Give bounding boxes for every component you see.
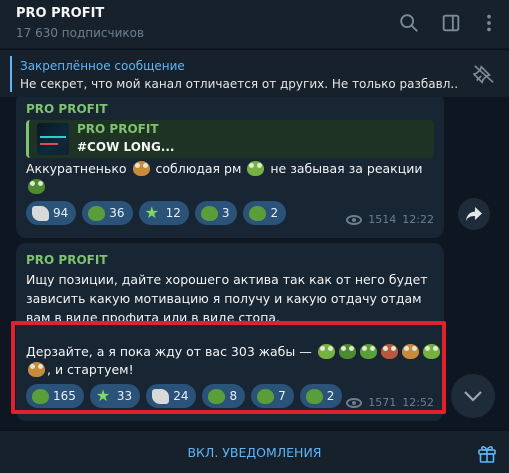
message-text-line: , и стартуем! — [26, 361, 134, 379]
message-text-line: зависить какую мотивацию я получу и каку… — [26, 291, 422, 306]
message-time: 12:22 — [402, 213, 434, 226]
message-time: 12:52 — [402, 396, 434, 409]
message-text-line: Дерзайте, а я пока жду от вас 303 жабы — — [26, 343, 442, 361]
frog-icon — [200, 205, 218, 221]
frog-icon — [32, 388, 49, 404]
message-text-part: Дерзайте, а я пока жду от вас 303 жабы — — [26, 344, 312, 359]
views-icon — [346, 214, 363, 225]
reaction-chip[interactable]: 7 — [251, 384, 294, 408]
forward-button[interactable] — [458, 198, 490, 230]
reaction-count: 165 — [53, 389, 76, 403]
frog-icon — [249, 205, 267, 221]
burger-emoji-icon — [28, 362, 45, 377]
chat-header: PRO PROFIT 17 630 подписчиков — [0, 0, 509, 48]
forward-icon — [466, 207, 482, 221]
message-text-part: , и стартуем! — [47, 362, 134, 377]
enable-notifications-button[interactable]: ВКЛ. УВЕДОМЛЕНИЯ — [0, 431, 509, 473]
plane-emoji-icon — [401, 344, 419, 359]
reaction-count: 94 — [53, 206, 69, 220]
more-icon[interactable] — [478, 12, 500, 34]
frog-icon — [257, 388, 275, 404]
search-icon[interactable] — [398, 12, 420, 34]
reaction-count: 12 — [165, 206, 181, 220]
pinned-label: Закреплённое сообщение — [20, 59, 185, 73]
pinned-indicator — [10, 56, 12, 92]
reaction-chip[interactable]: 2 — [243, 201, 287, 225]
footer-bar: ВКЛ. УВЕДОМЛЕНИЯ — [0, 430, 509, 473]
reaction-chip[interactable]: 12 — [138, 201, 189, 225]
reaction-chip[interactable]: 165 — [26, 384, 84, 408]
reaction-chip[interactable]: 94 — [26, 201, 77, 225]
reaction-chip[interactable]: 3 — [194, 201, 238, 225]
plane-icon — [32, 205, 49, 221]
message-bubble[interactable]: PRO PROFIT Ищу позиции, дайте хорошего а… — [16, 243, 444, 421]
sidebar-toggle-icon[interactable] — [440, 12, 462, 34]
view-count: 1571 — [368, 396, 397, 409]
message-text-part: соблюдая рм — [155, 161, 242, 176]
reply-thumbnail — [37, 123, 69, 155]
frog-emoji-icon — [247, 161, 265, 176]
pinned-message-bar[interactable]: Закреплённое сообщение Не секрет, что мо… — [0, 49, 509, 97]
frog-emoji-icon — [28, 179, 45, 194]
message-meta: 1514 12:22 — [346, 213, 434, 226]
reaction-chip[interactable]: 24 — [146, 384, 197, 408]
heart-frog-emoji-icon — [380, 344, 398, 359]
reply-preview[interactable]: PRO PROFIT #COW LONG... — [26, 120, 434, 158]
message-sender[interactable]: PRO PROFIT — [26, 102, 108, 116]
reply-sender: PRO PROFIT — [77, 122, 159, 136]
reaction-chip[interactable]: 33 — [89, 384, 141, 408]
reaction-chip[interactable]: 8 — [202, 384, 246, 408]
frog-icon — [88, 205, 106, 221]
pinned-text: Не секрет, что мой канал отличается от д… — [20, 77, 458, 91]
message-list[interactable]: PRO PROFIT PRO PROFIT #COW LONG... Аккур… — [0, 97, 509, 429]
reactions-row: 165 33 24 8 7 2 — [26, 384, 343, 408]
unpin-icon[interactable] — [472, 64, 495, 84]
views-icon — [346, 397, 363, 408]
subscriber-count: 17 630 подписчиков — [16, 26, 145, 40]
reaction-count: 2 — [326, 389, 335, 403]
reaction-count: 33 — [116, 389, 133, 403]
frog-icon — [305, 388, 323, 404]
message-text-part: Аккуратненько — [26, 161, 127, 176]
reactions-row: 94 36 12 3 2 — [26, 201, 287, 225]
reaction-count: 8 — [229, 389, 238, 403]
channel-title[interactable]: PRO PROFIT — [16, 6, 104, 21]
message-text-part: не забывая за реакции — [270, 161, 423, 176]
message-text: Аккуратненько соблюдая рм не забывая за … — [26, 160, 423, 196]
frog-emoji-icon — [359, 344, 377, 359]
star-icon — [96, 386, 113, 405]
message-text-line: Ищу позиции, дайте хорошего актива так к… — [26, 272, 428, 287]
reaction-chip[interactable]: 36 — [82, 201, 133, 225]
reaction-count: 24 — [173, 389, 189, 403]
reaction-chip[interactable]: 2 — [299, 384, 343, 408]
party-frog-emoji-icon — [338, 344, 356, 359]
heart-frog-icon — [208, 388, 226, 404]
reaction-count: 2 — [270, 206, 279, 220]
reaction-count: 7 — [278, 389, 286, 403]
reaction-count: 36 — [109, 206, 125, 220]
star-icon — [145, 203, 162, 222]
chevron-down-icon — [464, 391, 482, 402]
reaction-count: 3 — [221, 206, 230, 220]
reply-text: #COW LONG... — [77, 140, 175, 154]
gift-icon[interactable] — [477, 443, 497, 463]
scroll-down-button[interactable] — [451, 374, 495, 418]
frog-emoji-icon — [317, 344, 335, 359]
message-bubble[interactable]: PRO PROFIT PRO PROFIT #COW LONG... Аккур… — [16, 97, 444, 238]
burger-emoji-icon — [132, 161, 150, 176]
frog-emoji-icon — [422, 344, 440, 359]
view-count: 1514 — [368, 213, 397, 226]
plane-icon — [152, 388, 170, 404]
message-text-line: вам в виде профита или в виде стопа. — [26, 310, 281, 325]
message-meta: 1571 12:52 — [346, 396, 434, 409]
message-sender[interactable]: PRO PROFIT — [26, 253, 108, 267]
